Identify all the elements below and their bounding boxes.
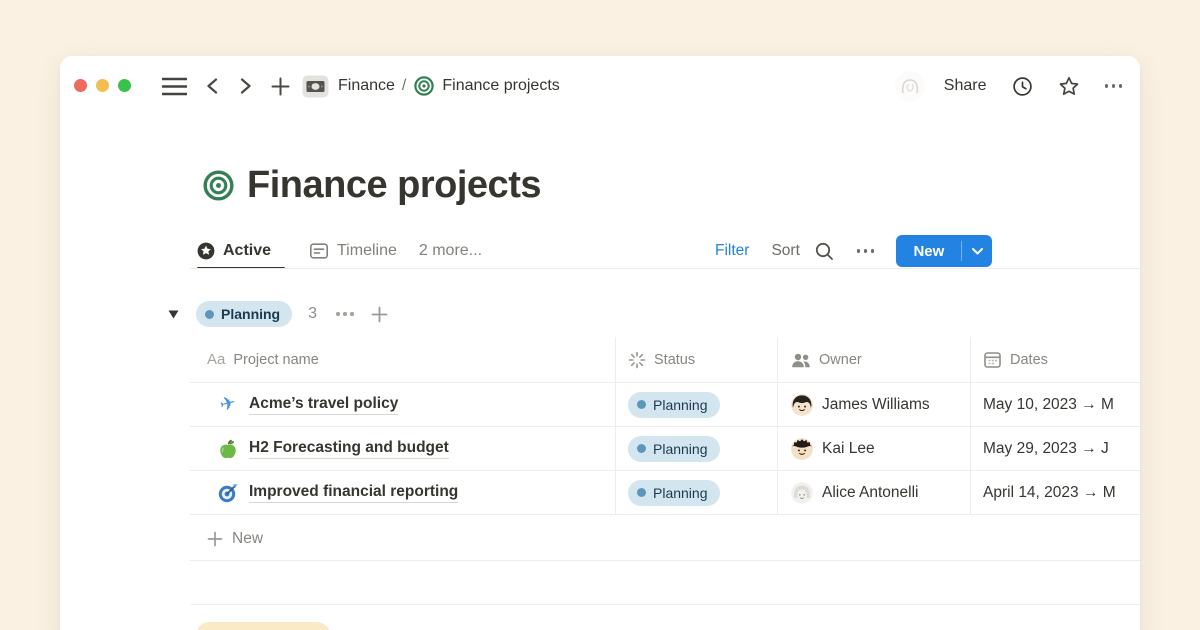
status-dot [637,400,646,409]
timeline-icon [309,241,329,261]
breadcrumb-workspace[interactable]: Finance [338,77,395,95]
collapse-triangle-icon[interactable] [168,310,179,319]
money-page-icon[interactable] [302,75,329,98]
cell-owner[interactable]: James Williams [777,383,970,426]
cell-owner[interactable]: Alice Antonelli [777,471,970,514]
breadcrumb-separator: / [402,77,406,95]
header-owner[interactable]: Owner [777,337,970,382]
back-button[interactable] [205,78,219,94]
next-group-badge[interactable] [196,622,330,630]
toolbar-right: Share [895,69,1122,103]
header-project-name[interactable]: Aa Project name [190,337,615,382]
app-window: Finance / Finance projects Share [60,56,1140,630]
tab-timeline-label: Timeline [337,242,397,260]
page-header: Finance projects [203,164,541,207]
table-row[interactable]: H2 Forecasting and budget Planning Kai L… [190,427,1140,471]
tab-timeline[interactable]: Timeline [309,233,397,268]
chevron-down-icon[interactable] [962,248,992,255]
new-button[interactable]: New [896,235,992,267]
breadcrumb-page[interactable]: Finance projects [442,77,559,95]
zoom-window-button[interactable] [118,79,131,92]
group-count: 3 [308,305,317,323]
updates-clock-icon[interactable] [1012,76,1033,97]
avatar-james [791,394,813,416]
header-dates[interactable]: Dates [970,337,1140,382]
calendar-icon [983,350,1002,369]
page-title: Finance projects [247,164,541,207]
filter-button[interactable]: Filter [715,242,749,260]
forward-button[interactable] [239,78,253,94]
cell-dates[interactable]: May 10, 2023 → M [970,383,1140,426]
group-status-badge[interactable]: Planning [196,301,292,327]
share-button[interactable]: Share [944,77,987,95]
sort-button[interactable]: Sort [771,242,799,260]
search-icon[interactable] [815,242,834,261]
star-circle-icon [197,242,215,260]
new-page-button[interactable] [271,77,290,96]
table-row[interactable]: Improved financial reporting Planning Al… [190,471,1140,515]
more-options-icon[interactable] [1105,84,1123,88]
tabs-divider [190,268,1140,269]
cell-project-name[interactable]: H2 Forecasting and budget [190,427,615,470]
favorite-star-icon[interactable] [1058,76,1080,97]
add-new-label: New [232,530,263,548]
view-controls: Filter Sort New [715,235,992,267]
group-header: Planning 3 [168,301,388,327]
avatar-kai [791,438,813,460]
target-icon [414,76,434,96]
plus-icon [207,531,223,547]
header-status[interactable]: Status [615,337,777,382]
tab-active-label: Active [223,242,271,260]
status-badge: Planning [628,392,720,418]
page-background: Finance / Finance projects Share [0,0,1200,630]
view-tabs: Active Timeline 2 more... [197,233,482,268]
minimize-window-button[interactable] [96,79,109,92]
cell-project-name[interactable]: ✈ Acme’s travel policy [190,383,615,426]
status-badge: Planning [628,480,720,506]
cell-status[interactable]: Planning [615,383,777,426]
window-controls [74,79,131,92]
spinner-icon [628,351,646,369]
section-divider [190,604,1140,605]
cell-dates[interactable]: April 14, 2023 → M [970,471,1140,514]
tab-active[interactable]: Active [197,233,285,268]
toolbar: Finance / Finance projects [162,69,560,103]
table-header-row: Aa Project name Status Owner [190,337,1140,383]
cell-dates[interactable]: May 29, 2023 → J [970,427,1140,470]
cell-project-name[interactable]: Improved financial reporting [190,471,615,514]
text-icon: Aa [207,351,225,368]
status-dot [637,444,646,453]
avatar-alice [791,482,813,504]
add-new-row[interactable]: New [190,517,1140,561]
green-apple-icon [218,439,238,459]
airplane-icon: ✈ [218,395,238,414]
tab-more[interactable]: 2 more... [419,242,482,260]
group-status-label: Planning [221,306,280,322]
status-dot [205,310,214,319]
avatar[interactable] [895,71,925,101]
hamburger-icon[interactable] [162,77,187,96]
cell-status[interactable]: Planning [615,427,777,470]
projects-table: Aa Project name Status Owner [190,337,1140,515]
table-row[interactable]: ✈ Acme’s travel policy Planning James Wi… [190,383,1140,427]
close-window-button[interactable] [74,79,87,92]
page-target-icon[interactable] [203,170,234,201]
dart-target-icon [218,483,238,503]
people-icon [791,351,811,369]
group-add-icon[interactable] [371,306,388,323]
view-more-icon[interactable] [857,249,875,253]
cell-owner[interactable]: Kai Lee [777,427,970,470]
group-more-icon[interactable] [336,312,354,316]
new-button-label: New [896,243,961,260]
status-dot [637,488,646,497]
status-badge: Planning [628,436,720,462]
cell-status[interactable]: Planning [615,471,777,514]
